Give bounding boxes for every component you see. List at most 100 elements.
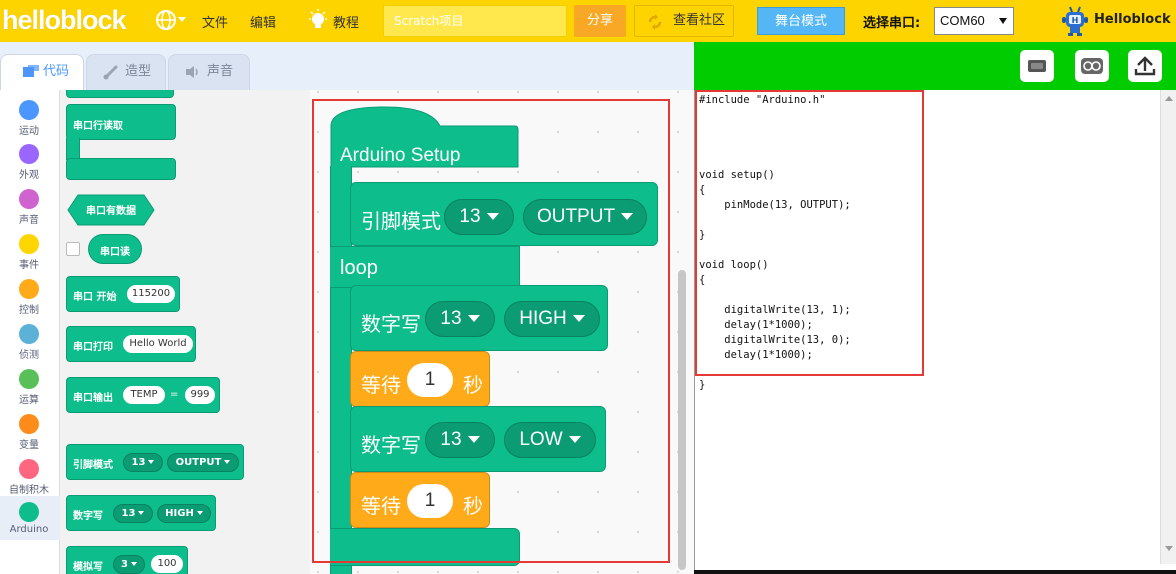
code-preview-panel[interactable]: #include "Arduino.h" void setup() { pinM… [694,90,1176,574]
upload-button[interactable] [1128,50,1162,82]
block-serial-readline[interactable]: 串口行读取 [66,104,176,140]
block-analog-write[interactable]: 模拟写 3 100 [66,546,188,574]
tab-costumes-label: 造型 [125,64,152,79]
category-dot [19,459,39,479]
block-label: 串口打印 [73,342,113,353]
chevron-down-icon [148,460,155,464]
app-logo: helloblock [2,5,127,35]
top-menu-bar: helloblock 文件 编辑 教程 Scratch项目 分享 查看社区 舞台… [0,0,1176,42]
arduino-logo-icon [1081,58,1103,74]
block-serial-print[interactable]: 串口打印 Hello World [66,326,196,362]
block-label: 串口输出 [73,393,113,404]
port-label: 选择串口: [863,16,921,31]
tab-costumes[interactable]: 造型 [86,54,166,90]
block-serial-readline-foot [66,158,176,180]
tab-code-label: 代码 [43,64,70,79]
menu-file[interactable]: 文件 [202,12,228,31]
category-label: 变量 [19,440,39,451]
category-label: 运动 [19,126,39,137]
output-key-input[interactable]: TEMP [123,386,165,404]
category-variables[interactable]: 变量 [0,408,60,452]
tab-sounds-label: 声音 [207,64,234,79]
chevron-down-icon [224,460,231,464]
category-label: 外观 [19,170,39,181]
block-label: 串口读 [100,247,130,258]
analog-value-input[interactable]: 100 [151,555,183,573]
block-label: 数字写 [73,511,103,522]
block-digital-write[interactable]: 数字写 13 HIGH [66,495,216,531]
port-select[interactable]: COM60 [934,7,1014,35]
arduino-button[interactable] [1075,50,1109,82]
block-label: 串口 开始 [73,292,117,303]
category-dot [19,100,39,120]
category-label: 侦测 [19,350,39,361]
category-motion[interactable]: 运动 [0,94,60,138]
stage-mode-button[interactable]: 舞台模式 [757,7,845,35]
category-sensing[interactable]: 侦测 [0,318,60,362]
category-dot [19,234,39,254]
category-list: 运动 外观 声音 事件 控制 侦测 运算 变量 自制积木 Arduino [0,90,60,574]
chevron-down-icon [130,562,137,566]
community-button[interactable]: 查看社区 [634,5,734,37]
community-icon [648,14,662,30]
workspace-scrollbar[interactable] [678,270,686,570]
block-serial-output[interactable]: 串口输出 TEMP = 999 [66,377,220,413]
category-dot [19,189,39,209]
mode-dropdown[interactable]: OUTPUT [167,453,239,472]
block-partial-top[interactable] [66,90,174,98]
baud-input[interactable]: 115200 [127,285,175,303]
chevron-down-icon [138,511,145,515]
pin-dropdown[interactable]: 3 [113,555,145,574]
category-dot [19,502,39,522]
category-arduino[interactable]: Arduino [0,496,60,540]
status-strip [694,570,1176,574]
svg-text:H: H [1072,16,1079,25]
tab-code[interactable]: 代码 [0,54,84,90]
tab-sounds[interactable]: 声音 [168,54,250,90]
category-events[interactable]: 事件 [0,228,60,272]
category-my-blocks[interactable]: 自制积木 [0,453,60,497]
block-label: 串口行读取 [73,121,123,132]
level-dropdown[interactable]: HIGH [157,504,211,523]
serial-read-checkbox[interactable] [66,242,80,256]
brush-icon [103,65,118,80]
category-label: 控制 [19,305,39,316]
category-dot [19,279,39,299]
pin-dropdown[interactable]: 13 [113,504,153,523]
code-highlight-box [695,90,924,376]
category-label: 自制积木 [9,485,49,496]
globe-icon[interactable] [155,9,177,31]
chevron-down-icon [196,511,203,515]
category-dot [19,324,39,344]
pin-value: 13 [121,508,136,519]
category-operators[interactable]: 运算 [0,363,60,407]
block-label: 引脚模式 [73,460,113,471]
category-looks[interactable]: 外观 [0,138,60,182]
menu-edit[interactable]: 编辑 [250,12,276,31]
category-label: Arduino [9,524,49,535]
block-serial-readline-arm [66,138,80,160]
pin-dropdown[interactable]: 13 [123,453,163,472]
block-pin-mode[interactable]: 引脚模式 13 OUTPUT [66,444,244,480]
scroll-down-icon[interactable] [1161,542,1176,554]
scroll-up-icon[interactable] [1161,92,1176,104]
serial-monitor-button[interactable] [1020,50,1054,82]
serial-port-icon [1028,60,1046,72]
print-text-input[interactable]: Hello World [123,335,193,353]
category-control[interactable]: 控制 [0,273,60,317]
block-serial-available[interactable]: 串口有数据 [66,194,156,226]
block-serial-begin[interactable]: 串口 开始 115200 [66,276,180,312]
robot-avatar-icon[interactable]: H [1060,5,1090,37]
menu-tutorial[interactable]: 教程 [333,12,359,31]
level-value: HIGH [165,508,194,519]
project-title-input[interactable]: Scratch项目 [383,5,567,37]
share-button[interactable]: 分享 [574,5,626,37]
category-sound[interactable]: 声音 [0,183,60,227]
block-serial-read[interactable]: 串口读 [88,234,142,264]
code-scrollbar[interactable] [1160,90,1176,564]
category-label: 运算 [19,395,39,406]
lightbulb-icon [309,9,327,28]
user-name[interactable]: Helloblock [1094,12,1171,27]
output-value-input[interactable]: 999 [185,386,215,404]
chevron-down-icon [178,17,186,22]
